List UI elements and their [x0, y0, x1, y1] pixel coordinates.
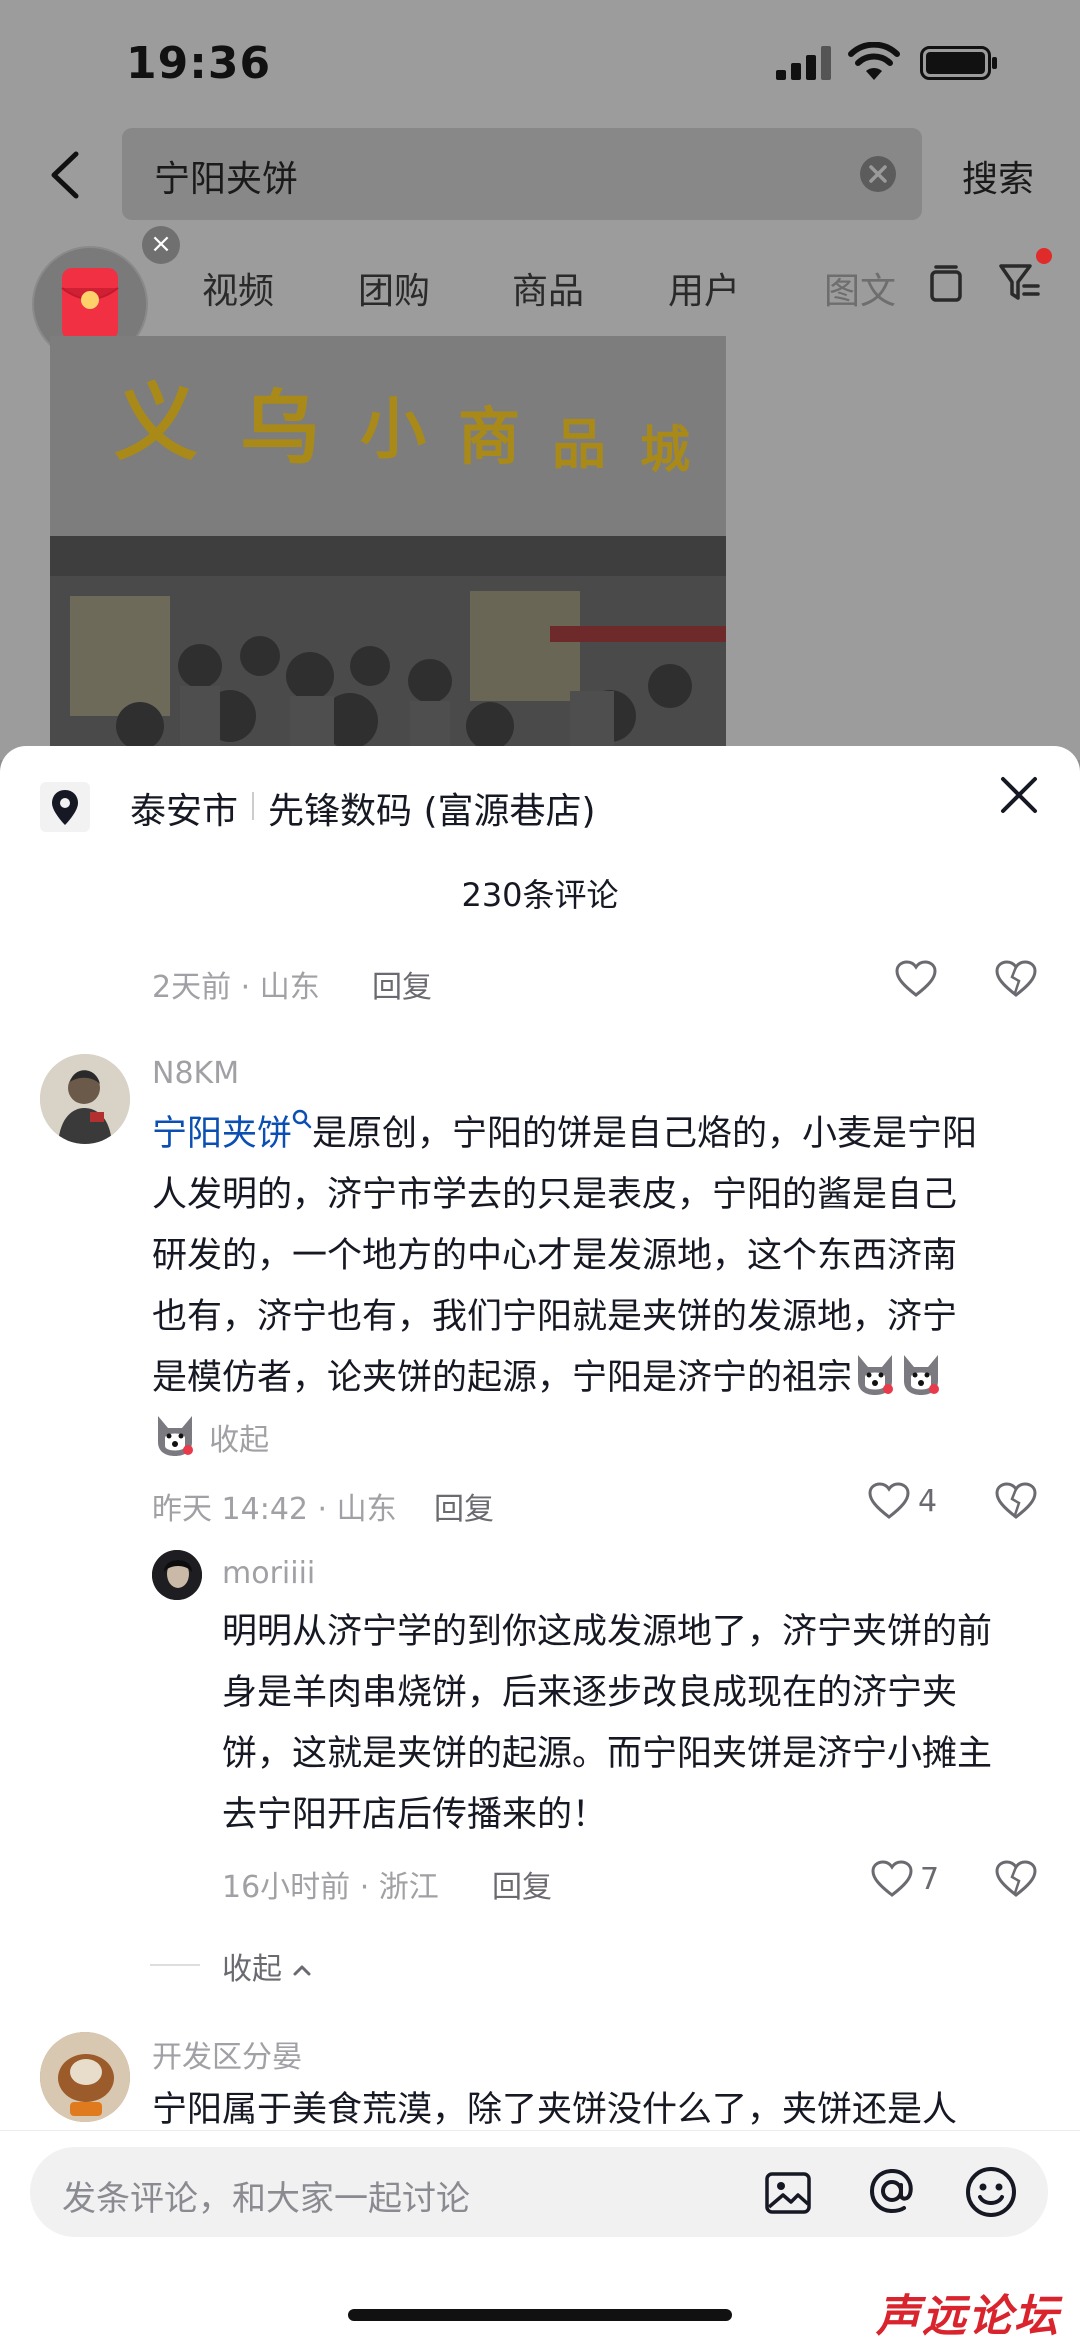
comment-line: 身是羊肉串烧饼，后来逐步改良成现在的济宁夹 — [222, 1673, 958, 1713]
sign-char: 城 — [640, 420, 690, 479]
tab-groupbuy[interactable]: 团购 — [358, 262, 430, 314]
comment-meta: 昨天 14:42 · 山东 — [152, 1492, 397, 1527]
comment-line-text: 是原创，宁阳的饼是自己烙的，小麦是宁阳 — [312, 1114, 978, 1154]
comment-username[interactable]: N8KM — [152, 1056, 239, 1091]
comment-line: 去宁阳开店后传播来的！ — [222, 1795, 608, 1835]
husky-emoji-icon — [158, 1416, 193, 1456]
sign-char: 小 — [360, 390, 426, 468]
search-button[interactable]: 搜索 — [962, 150, 1034, 202]
watermark-logo: 声远论坛 — [876, 2291, 1060, 2337]
avatar-image — [40, 2032, 130, 2122]
avatar[interactable] — [40, 2032, 130, 2122]
tab-products[interactable]: 商品 — [512, 262, 584, 314]
reply-username[interactable]: moriiii — [222, 1556, 315, 1591]
comment-meta: 2天前 · 山东 — [152, 970, 320, 1005]
comment-input-placeholder: 发条评论，和大家一起讨论 — [62, 2179, 470, 2219]
emoji-smiley-icon[interactable] — [964, 2165, 1018, 2219]
collapse-replies-label: 收起 — [222, 1944, 312, 1988]
comment-line: 宁阳夹饼 是原创，宁阳的饼是自己烙的，小麦是宁阳 — [152, 1104, 1052, 1165]
collapse-text-button[interactable]: 收起 — [209, 1423, 269, 1458]
comment-count: 230条评论 — [461, 876, 619, 914]
search-input[interactable]: 宁阳夹饼 — [122, 128, 922, 220]
like-count: 7 — [920, 1862, 940, 1897]
dislike-icon[interactable] — [995, 1481, 1037, 1521]
comment-body: 宁阳夹饼 是原创，宁阳的饼是自己烙的，小麦是宁阳 人发明的，济宁市学去的只是表皮，… — [152, 1104, 1052, 1471]
wifi-icon — [848, 42, 900, 80]
comment-line: 明明从济宁学的到你这成发源地了，济宁夹饼的前 — [222, 1612, 993, 1652]
search-highlight-link[interactable]: 宁阳夹饼 — [152, 1114, 292, 1154]
dislike-icon[interactable] — [995, 1859, 1037, 1899]
location-place[interactable]: 先锋数码 (富源巷店) — [268, 782, 596, 834]
avatar-image — [152, 1550, 202, 1600]
avatar-image — [40, 1054, 130, 1144]
image-icon[interactable] — [764, 2169, 812, 2217]
background-screen: 19:36 宁阳夹饼 搜索 视频 团购 商品 用户 图文 × 义 乌 小 商 品… — [0, 0, 1080, 760]
reply-button[interactable]: 回复 — [492, 1862, 552, 1906]
comment-line: 饼，这就是夹饼的起源。而宁阳夹饼是济宁小摊主 — [222, 1734, 993, 1774]
like-count: 4 — [918, 1484, 938, 1519]
reply-button[interactable]: 回复 — [434, 1484, 494, 1528]
status-bar: 19:36 — [0, 0, 1080, 128]
avatar[interactable] — [40, 1054, 130, 1144]
clear-icon[interactable] — [858, 154, 898, 194]
comment-line: 也有，济宁也有，我们宁阳就是夹饼的发源地，济宁 — [152, 1297, 958, 1337]
location-divider — [252, 792, 254, 820]
reply-button[interactable]: 回复 — [372, 962, 432, 1006]
reply-body: 明明从济宁学的到你这成发源地了，济宁夹饼的前 身是羊肉串烧饼，后来逐步改良成现在… — [222, 1602, 1052, 1846]
sign-char: 义 — [114, 373, 199, 472]
mention-at-icon[interactable] — [864, 2163, 920, 2219]
heart-icon[interactable] — [871, 1860, 913, 1898]
tab-video[interactable]: 视频 — [202, 262, 274, 314]
location-city[interactable]: 泰安市 — [130, 782, 238, 834]
husky-emoji-icon — [858, 1355, 894, 1395]
comment-line: 人发明的，济宁市学去的只是表皮，宁阳的酱是自己 — [152, 1175, 958, 1215]
dislike-icon[interactable] — [995, 959, 1037, 999]
comment-line: 研发的，一个地方的中心才是发源地，这个东西济南 — [152, 1236, 958, 1276]
comment-sheet: 泰安市 先锋数码 (富源巷店) 230条评论 2天前 · 山东 回复 N8KM … — [0, 746, 1080, 2337]
red-packet-close-icon[interactable]: × — [142, 226, 180, 264]
comment-line-text: 是模仿者，论夹饼的起源，宁阳是济宁的祖宗 — [152, 1358, 853, 1398]
comment-meta: 16小时前 · 浙江 — [222, 1870, 439, 1905]
location-pin-icon — [52, 790, 78, 825]
collapse-replies-text: 收起 — [222, 1952, 282, 1987]
sign-char: 商 — [458, 400, 521, 473]
layers-icon[interactable] — [928, 264, 964, 304]
tab-image-text[interactable]: 图文 — [824, 262, 896, 314]
video-thumbnail[interactable]: 义 乌 小 商 品 城 — [50, 336, 726, 760]
comment-username[interactable]: 开发区分晏 — [152, 2032, 302, 2076]
tab-users[interactable]: 用户 — [668, 262, 740, 314]
sign-char: 品 — [552, 412, 606, 476]
sign-char: 乌 — [240, 381, 320, 475]
husky-emoji-icon — [904, 1355, 940, 1395]
heart-icon[interactable] — [895, 960, 937, 998]
search-icon — [292, 1109, 312, 1129]
chevron-up-icon — [293, 1965, 311, 1976]
close-icon[interactable] — [998, 774, 1040, 816]
location-pin-box[interactable] — [40, 782, 90, 832]
collapse-divider — [150, 1964, 200, 1966]
filter-badge-dot — [1036, 248, 1052, 264]
cellular-signal-icon — [776, 46, 831, 80]
search-query-text: 宁阳夹饼 — [154, 159, 299, 200]
search-row: 宁阳夹饼 搜索 — [0, 128, 1080, 220]
comment-input[interactable]: 发条评论，和大家一起讨论 — [30, 2147, 1048, 2237]
status-time: 19:36 — [126, 38, 272, 89]
battery-icon — [920, 46, 997, 80]
back-arrow-icon[interactable] — [46, 150, 86, 200]
heart-icon[interactable] — [868, 1482, 910, 1520]
comment-line: 是模仿者，论夹饼的起源，宁阳是济宁的祖宗 — [152, 1348, 1052, 1409]
comment-line: 收起 — [152, 1409, 1052, 1471]
avatar[interactable] — [152, 1550, 202, 1600]
filter-icon[interactable] — [998, 262, 1042, 304]
home-indicator[interactable] — [348, 2309, 732, 2321]
